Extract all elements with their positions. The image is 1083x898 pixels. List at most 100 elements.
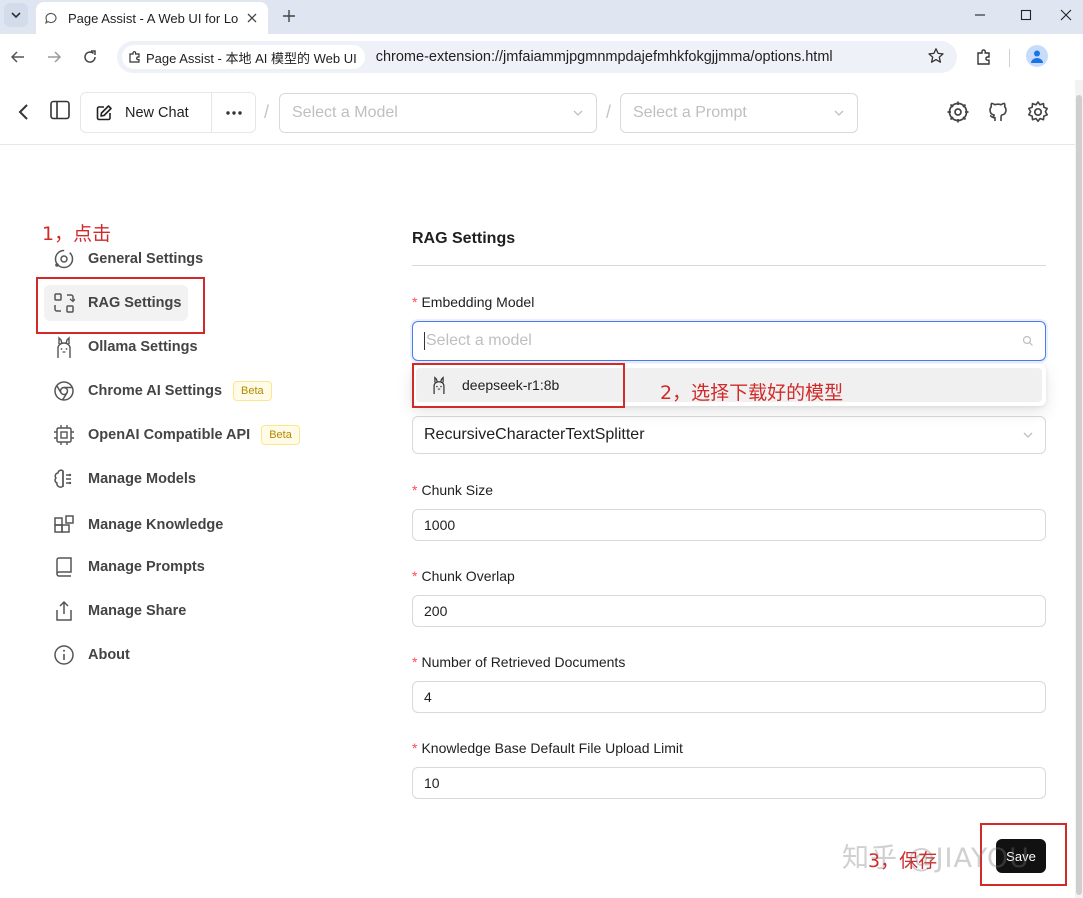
new-chat-label: New Chat (125, 104, 189, 121)
close-window-button[interactable] (1049, 0, 1083, 30)
sidebar-item-label: About (88, 647, 130, 663)
required-mark: * (412, 568, 418, 584)
sidebar-item-manage-knowledge[interactable]: Manage Knowledge (44, 507, 223, 543)
retrieved-docs-label: * Number of Retrieved Documents (412, 654, 625, 670)
toolbar-divider (1009, 49, 1010, 67)
sidebar-item-manage-prompts[interactable]: Manage Prompts (44, 549, 205, 585)
chevron-down-icon (1023, 432, 1033, 438)
browser-tab-strip: Page Assist - A Web UI for Lo (0, 0, 1083, 34)
annotation-step2: 2，选择下载好的模型 (660, 382, 844, 404)
embedding-model-placeholder: Select a model (426, 332, 532, 349)
annotation-highlight-box (36, 277, 205, 334)
watermark: 知乎 @JIAYOU (842, 843, 1030, 874)
tab-title: Page Assist - A Web UI for Lo (68, 10, 239, 26)
separator: / (264, 102, 270, 122)
sidebar-item-label: Manage Models (88, 471, 196, 487)
back-button[interactable] (6, 45, 30, 69)
model-select[interactable]: Select a Model (279, 93, 597, 133)
chunk-size-input[interactable]: 1000 (412, 509, 1046, 541)
minimize-icon (975, 14, 985, 16)
forward-button[interactable] (42, 45, 66, 69)
info-icon (52, 643, 76, 667)
annotation-highlight-box (412, 363, 625, 408)
cog-icon (947, 101, 969, 123)
new-tab-button[interactable] (278, 5, 300, 27)
panel-left-icon (50, 100, 70, 120)
prompt-select[interactable]: Select a Prompt (620, 93, 858, 133)
chevron-left-icon (18, 104, 28, 120)
extensions-button[interactable] (972, 45, 996, 69)
chat-bubble-icon (44, 11, 58, 25)
address-bar[interactable]: Page Assist - 本地 AI 模型的 Web UI chrome-ex… (117, 41, 957, 73)
retrieved-docs-input[interactable]: 4 (412, 681, 1046, 713)
browser-tab[interactable]: Page Assist - A Web UI for Lo (36, 2, 268, 34)
upload-limit-value: 10 (424, 775, 440, 791)
person-icon (1031, 50, 1043, 63)
page-scrollbar[interactable] (1075, 80, 1083, 898)
bookmark-star-icon[interactable] (927, 47, 945, 70)
profile-avatar[interactable] (1026, 45, 1048, 67)
beta-badge: Beta (233, 381, 272, 401)
chevron-down-icon (11, 12, 21, 19)
retrieved-docs-value: 4 (424, 689, 432, 705)
back-button[interactable] (12, 100, 36, 124)
ellipsis-icon (225, 110, 242, 115)
chunk-overlap-value: 200 (424, 603, 448, 619)
page-title: RAG Settings (412, 230, 516, 247)
beta-badge: Beta (261, 425, 300, 445)
sidebar-item-general-settings[interactable]: General Settings (44, 241, 203, 277)
blocks-icon (52, 513, 76, 537)
settings-button[interactable] (1026, 100, 1050, 124)
chunk-size-label: * Chunk Size (412, 482, 493, 498)
sidebar-item-openai-compatible-api[interactable]: OpenAI Compatible API Beta (44, 417, 300, 453)
sidebar-item-label: Manage Share (88, 603, 187, 619)
minimize-button[interactable] (957, 0, 1003, 30)
upload-limit-label: * Knowledge Base Default File Upload Limi… (412, 740, 683, 756)
close-icon (1060, 9, 1072, 21)
gear-icon (1028, 101, 1048, 123)
scrollbar-thumb[interactable] (1076, 95, 1082, 895)
upload-limit-input[interactable]: 10 (412, 767, 1046, 799)
chevron-down-icon (834, 110, 844, 116)
url-text[interactable]: chrome-extension://jmfaiammjpgmnmpdajefm… (376, 49, 833, 65)
label-text: Number of Retrieved Documents (421, 654, 626, 670)
app-header: New Chat / Select a Model / Select a Pro… (0, 80, 1083, 145)
ollama-status-button[interactable] (946, 100, 970, 124)
site-info-chip[interactable]: Page Assist - 本地 AI 模型的 Web UI (122, 45, 365, 69)
book-icon (52, 555, 76, 579)
sidebar-item-ollama-settings[interactable]: Ollama Settings (44, 329, 198, 365)
sidebar-item-manage-models[interactable]: Manage Models (44, 461, 196, 497)
maximize-button[interactable] (1003, 0, 1049, 30)
chip-icon (52, 423, 76, 447)
sidebar-toggle-button[interactable] (48, 98, 72, 122)
arrow-right-icon (48, 51, 62, 63)
reload-icon (84, 50, 96, 63)
sidebar-item-label: Manage Knowledge (88, 517, 224, 533)
more-options-button[interactable] (212, 93, 255, 132)
sidebar-item-about[interactable]: About (44, 637, 130, 673)
text-splitter-select[interactable]: RecursiveCharacterTextSplitter (412, 416, 1046, 454)
divider (412, 265, 1046, 266)
orbit-icon (52, 247, 76, 271)
sidebar-item-label: Chrome AI Settings (88, 383, 223, 399)
label-text: Embedding Model (421, 294, 535, 310)
share-icon (52, 599, 76, 623)
sidebar-item-chrome-ai-settings[interactable]: Chrome AI Settings Beta (44, 373, 272, 409)
chunk-overlap-input[interactable]: 200 (412, 595, 1046, 627)
site-chip-label: Page Assist - 本地 AI 模型的 Web UI (146, 50, 357, 66)
browser-toolbar: Page Assist - 本地 AI 模型的 Web UI chrome-ex… (0, 34, 1083, 80)
required-mark: * (412, 740, 418, 756)
embedding-model-select[interactable]: Select a model (412, 321, 1046, 361)
github-icon (989, 102, 1007, 121)
label-text: Chunk Overlap (421, 568, 515, 584)
sidebar-item-manage-share[interactable]: Manage Share (44, 593, 186, 629)
github-button[interactable] (986, 100, 1010, 124)
chunk-overlap-label: * Chunk Overlap (412, 568, 515, 584)
reload-button[interactable] (78, 45, 102, 69)
close-icon[interactable] (244, 10, 260, 26)
edit-icon (96, 104, 112, 120)
embedding-model-label: * Embedding Model (412, 294, 534, 310)
tab-search-button[interactable] (4, 3, 28, 27)
new-chat-button[interactable]: New Chat (81, 93, 212, 132)
new-chat-group: New Chat (80, 92, 256, 133)
